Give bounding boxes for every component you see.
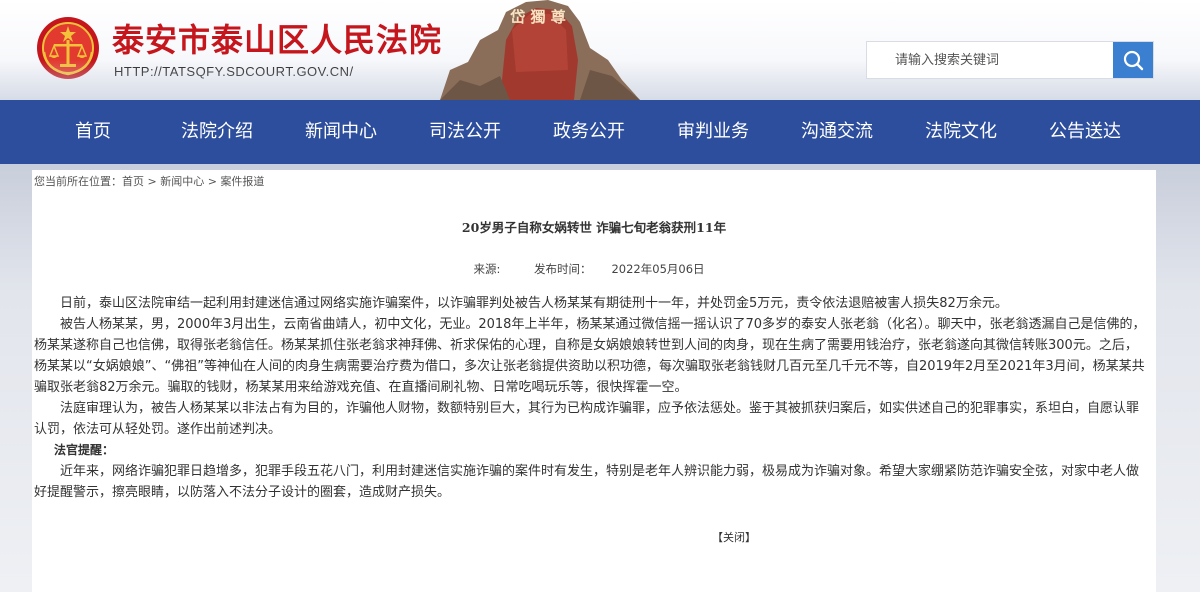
article-meta: 来源: 发布时间： 2022年05月06日 <box>32 261 1156 277</box>
mountain-inscription: 岱 獨 尊 <box>509 8 565 26</box>
article-panel: 您当前所在位置：首页 > 新闻中心 > 案件报道 20岁男子自称女娲转世 诈骗七… <box>32 170 1156 592</box>
search-box <box>866 41 1154 79</box>
breadcrumb-prefix: 您当前所在位置： <box>34 175 122 188</box>
close-link[interactable]: 【关闭】 <box>712 529 756 545</box>
court-emblem-icon <box>37 17 99 79</box>
search-icon <box>1123 50 1144 71</box>
search-button[interactable] <box>1113 42 1153 78</box>
article-title: 20岁男子自称女娲转世 诈骗七旬老翁获刑11年 <box>461 220 727 235</box>
judge-tip-heading: 法官提醒： <box>54 443 115 457</box>
nav-item-court-culture[interactable]: 法院文化 <box>899 100 1023 164</box>
judge-tip-paragraph: 近年来，网络诈骗犯罪日趋增多，犯罪手段五花八门，利用封建迷信实施诈骗的案件时有发… <box>34 464 1140 500</box>
article-paragraph: 法庭审理认为，被告人杨某某以非法占有为目的，诈骗他人财物，数额特别巨大，其行为已… <box>34 401 1140 437</box>
nav-item-court-intro[interactable]: 法院介绍 <box>155 100 279 164</box>
article-paragraph: 被告人杨某某，男，2000年3月出生，云南省曲靖人，初中文化，无业。2018年上… <box>34 317 1146 395</box>
main-nav: 首页 法院介绍 新闻中心 司法公开 政务公开 审判业务 沟通交流 法院文化 公告… <box>0 100 1200 164</box>
breadcrumb-home[interactable]: 首页 <box>122 175 144 188</box>
breadcrumb-separator: > <box>144 175 161 188</box>
article-body: 日前，泰山区法院审结一起利用封建迷信通过网络实施诈骗案件，以诈骗罪判处被告人杨某… <box>34 293 1148 503</box>
nav-item-announcements[interactable]: 公告送达 <box>1023 100 1147 164</box>
search-input[interactable] <box>867 42 1115 78</box>
breadcrumb-separator: > <box>204 175 221 188</box>
nav-item-home[interactable]: 首页 <box>31 100 155 164</box>
breadcrumb-case-reports[interactable]: 案件报道 <box>220 175 264 188</box>
article-paragraph: 日前，泰山区法院审结一起利用封建迷信通过网络实施诈骗案件，以诈骗罪判处被告人杨某… <box>60 296 1008 311</box>
nav-item-trial-business[interactable]: 审判业务 <box>651 100 775 164</box>
published-date: 2022年05月06日 <box>611 262 705 276</box>
nav-item-government-affairs[interactable]: 政务公开 <box>527 100 651 164</box>
source-label: 来源: <box>473 262 501 276</box>
nav-item-news-center[interactable]: 新闻中心 <box>279 100 403 164</box>
published-label: 发布时间： <box>533 262 592 276</box>
breadcrumb: 您当前所在位置：首页 > 新闻中心 > 案件报道 <box>34 174 264 190</box>
mount-tai-rock-image: 岱 獨 尊 <box>440 0 640 100</box>
site-name[interactable]: 泰安市泰山区人民法院 <box>112 20 442 60</box>
nav-item-communication[interactable]: 沟通交流 <box>775 100 899 164</box>
breadcrumb-news-center[interactable]: 新闻中心 <box>160 175 204 188</box>
site-url: HTTP://TATSQFY.SDCOURT.GOV.CN/ <box>114 64 354 79</box>
nav-item-judicial-disclosure[interactable]: 司法公开 <box>403 100 527 164</box>
site-header: 泰安市泰山区人民法院 HTTP://TATSQFY.SDCOURT.GOV.CN… <box>0 0 1200 100</box>
